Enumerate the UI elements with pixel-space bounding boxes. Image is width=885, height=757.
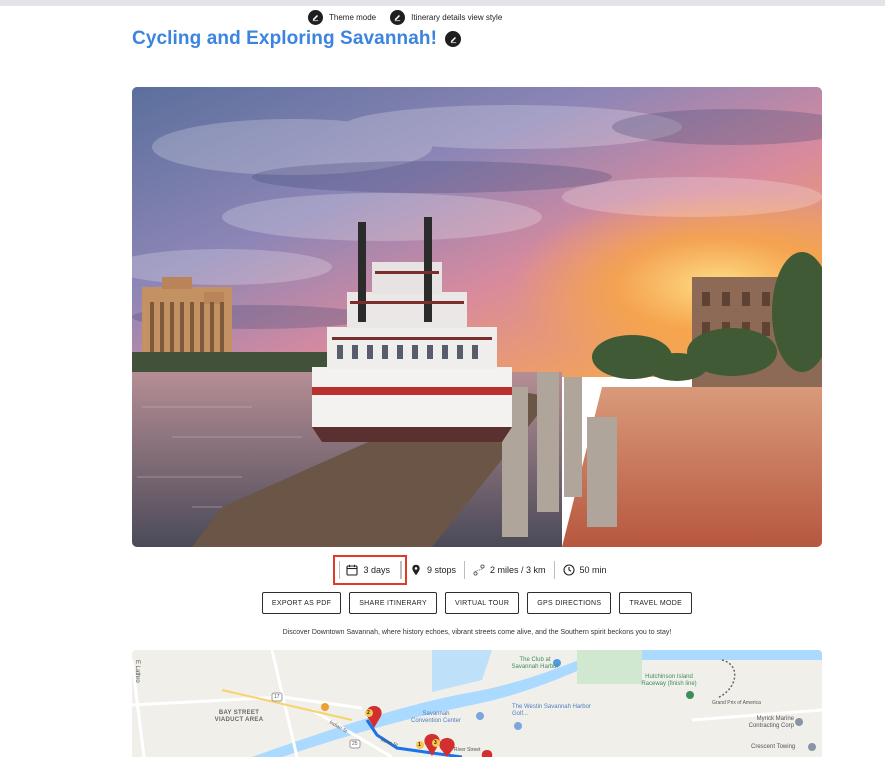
browser-top-strip — [0, 0, 885, 6]
title-row: Cycling and Exploring Savannah! — [132, 28, 462, 50]
travel-mode-button[interactable]: TRAVEL MODE — [619, 592, 693, 614]
map-label-river-street: River Street — [454, 747, 481, 753]
pencil-icon — [390, 10, 406, 25]
itinerary-description: Discover Downtown Savannah, where histor… — [282, 629, 672, 636]
view-style-label: Itinerary details view style — [411, 13, 503, 22]
stat-distance: 2 miles / 3 km — [464, 561, 554, 579]
map-label-club: The Club at Savannah Harbor — [511, 657, 559, 670]
map-label-grand-prix: Grand Prix of America — [712, 700, 761, 706]
virtual-tour-button[interactable]: VIRTUAL TOUR — [444, 592, 520, 614]
map-marker-label-2: 2 — [367, 710, 370, 716]
page-title: Cycling and Exploring Savannah! — [132, 28, 438, 49]
map-marker-label-1: 1 — [418, 742, 421, 748]
view-style-toggle[interactable]: Itinerary details view style — [390, 10, 502, 25]
theme-mode-label: Theme mode — [329, 13, 377, 22]
stat-duration: 3 days — [333, 555, 407, 585]
calendar-icon — [346, 564, 359, 576]
duration-value: 3 days — [363, 565, 390, 575]
view-toggles: Theme mode Itinerary details view style — [308, 10, 502, 25]
stat-stops: 9 stops — [400, 561, 464, 579]
clock-icon — [562, 564, 575, 576]
riverboat-sunset-illustration — [132, 87, 822, 547]
share-itinerary-button[interactable]: SHARE ITINERARY — [349, 592, 437, 614]
map-marker-label-3: 3 — [434, 740, 437, 746]
pencil-icon — [308, 10, 323, 25]
map-label-convention: Savannah Convention Center — [410, 711, 462, 724]
gps-directions-button[interactable]: GPS DIRECTIONS — [527, 592, 612, 614]
map-label-hutchinson: Hutchinson Island Raceway (finish line) — [641, 674, 697, 687]
theme-mode-toggle[interactable]: Theme mode — [308, 10, 376, 25]
map-label-e-lathrop: E Lathro — [134, 660, 140, 683]
map-label-route-25: 25 — [352, 741, 358, 747]
action-buttons: EXPORT AS PDF SHARE ITINERARY VIRTUAL TO… — [132, 592, 822, 614]
map-label-route-17: 17 — [274, 694, 280, 700]
stat-time: 50 min — [553, 561, 615, 579]
distance-value: 2 miles / 3 km — [490, 565, 546, 575]
map-label-crescent: Crescent Towing — [751, 744, 796, 750]
time-value: 50 min — [579, 565, 607, 575]
hero-image — [132, 87, 822, 547]
export-pdf-button[interactable]: EXPORT AS PDF — [261, 592, 342, 614]
map-pin-icon — [412, 564, 420, 576]
map-label-myrick: Myrick Marine Contracting Corp — [748, 716, 794, 729]
route-icon — [473, 564, 485, 576]
itinerary-stats: 3 days 9 stops 2 miles / 3 km 50 min — [132, 555, 822, 585]
route-map[interactable]: E Lathro 17 25 The Club at Savannah Harb… — [132, 650, 822, 757]
edit-title-icon[interactable] — [445, 31, 462, 47]
map-label-bay-street: BAY STREET VIADUCT AREA — [214, 710, 264, 723]
map-label-westin: The Westin Savannah Harbor Golf... — [512, 704, 591, 717]
stops-value: 9 stops — [426, 565, 457, 575]
